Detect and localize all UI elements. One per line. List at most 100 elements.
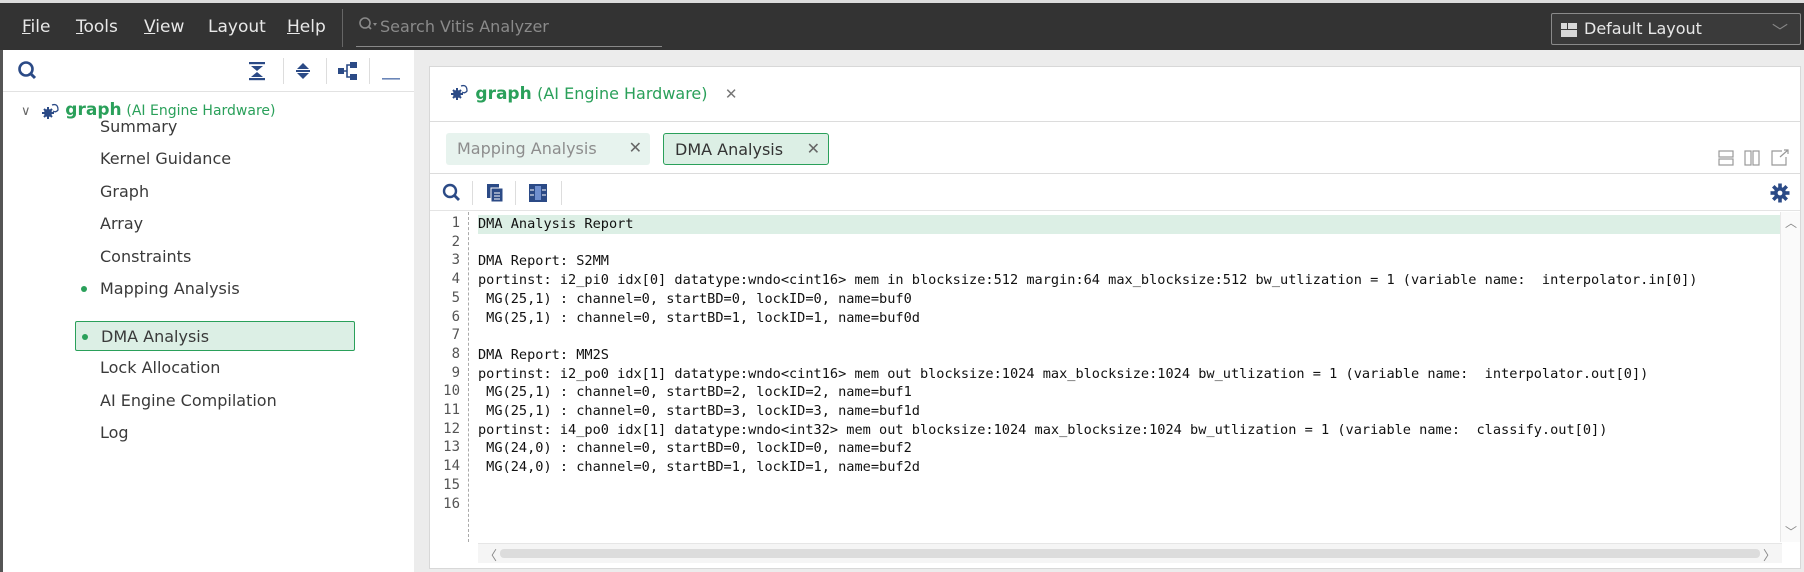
horizontal-scrollbar[interactable]: 〈 〉 bbox=[478, 543, 1782, 564]
menu-help[interactable]: Help bbox=[287, 17, 326, 37]
columns-icon[interactable] bbox=[528, 183, 548, 203]
sidebar-item-graph[interactable]: Graph bbox=[75, 177, 355, 207]
document-tab[interactable]: graph (AI Engine Hardware) ✕ bbox=[450, 83, 738, 104]
scroll-right-icon[interactable]: 〉 bbox=[1763, 545, 1776, 564]
code-line: 4 portinst: i2_pi0 idx[0] datatype:wndo<c… bbox=[430, 271, 1782, 290]
code-line-text: MG(25,1) : channel=0, startBD=2, lockID=… bbox=[478, 384, 912, 401]
menu-bar: File Tools View Layout Help Search Vitis… bbox=[0, 0, 1804, 50]
menu-help-mnemonic: H bbox=[287, 17, 300, 37]
scroll-up-icon[interactable]: ︿ bbox=[1785, 214, 1797, 231]
code-line: 16 bbox=[430, 496, 1782, 515]
menu-view[interactable]: View bbox=[144, 17, 184, 37]
tab-mapping-analysis[interactable]: Mapping Analysis ✕ bbox=[446, 133, 650, 165]
code-line: 3 DMA Report: S2MM bbox=[430, 252, 1782, 271]
toolbar-separator bbox=[283, 58, 284, 84]
chevron-down-icon[interactable]: ∨ bbox=[21, 104, 31, 119]
scroll-down-icon[interactable]: ﹀ bbox=[1785, 523, 1797, 540]
document-tab-row: graph (AI Engine Hardware) ✕ bbox=[430, 67, 1800, 122]
sidebar-item-label: Log bbox=[100, 423, 129, 442]
sidebar-item-label: Array bbox=[100, 214, 144, 233]
status-dot bbox=[82, 334, 88, 340]
code-line: 5 MG(25,1) : channel=0, startBD=0, lockI… bbox=[430, 290, 1782, 309]
pop-out-icon[interactable] bbox=[1771, 149, 1789, 166]
search-icon bbox=[358, 16, 378, 38]
line-number: 16 bbox=[443, 495, 460, 512]
menu-layout[interactable]: Layout bbox=[208, 17, 266, 37]
line-number: 1 bbox=[451, 215, 460, 231]
sidebar-item-array[interactable]: Array bbox=[75, 209, 355, 239]
code-line: 1 DMA Analysis Report bbox=[430, 215, 1782, 234]
close-icon[interactable]: ✕ bbox=[629, 138, 642, 157]
code-line-text: DMA Report: S2MM bbox=[478, 253, 609, 270]
settings-gear-icon[interactable] bbox=[1770, 183, 1790, 203]
layout-icon bbox=[1561, 22, 1577, 37]
code-line-text: portinst: i2_pi0 idx[0] datatype:wndo<ci… bbox=[478, 272, 1698, 289]
line-number: 4 bbox=[451, 271, 460, 288]
code-line: 2 bbox=[430, 234, 1782, 253]
code-line-text: MG(25,1) : channel=0, startBD=3, lockID=… bbox=[478, 403, 920, 419]
chevron-down-icon: ﹀ bbox=[1771, 22, 1788, 41]
line-number: 6 bbox=[451, 308, 460, 325]
line-number: 13 bbox=[443, 439, 460, 456]
minimize-icon[interactable] bbox=[381, 60, 403, 82]
menu-file-label: ile bbox=[30, 17, 51, 37]
report-text-editor[interactable]: 1 DMA Analysis Report 2 3 DMA Report: S2MM 4 p… bbox=[430, 212, 1782, 542]
menu-tools-mnemonic: T bbox=[76, 17, 84, 37]
line-number: 15 bbox=[443, 476, 460, 493]
code-line: 10 MG(25,1) : channel=0, startBD=2, lock… bbox=[430, 383, 1782, 402]
code-line: 9 portinst: i2_po0 idx[1] datatype:wndo<c… bbox=[430, 365, 1782, 384]
document-panel: graph (AI Engine Hardware) ✕ Mapping Ana… bbox=[429, 66, 1801, 569]
code-line: 14 MG(24,0) : channel=0, startBD=1, lock… bbox=[430, 458, 1782, 477]
code-line: 13 MG(24,0) : channel=0, startBD=0, lock… bbox=[430, 439, 1782, 458]
line-number: 14 bbox=[443, 458, 460, 475]
sidebar-item-mapping-analysis[interactable]: Mapping Analysis bbox=[75, 274, 355, 304]
tab-dma-analysis[interactable]: DMA Analysis ✕ bbox=[663, 133, 829, 165]
sidebar-item-ai-engine-compilation[interactable]: AI Engine Compilation bbox=[75, 386, 355, 416]
sidebar-item-summary[interactable]: Summary bbox=[75, 112, 355, 142]
menu-view-label: iew bbox=[155, 17, 185, 37]
expand-all-icon[interactable] bbox=[293, 60, 315, 82]
code-line: 7 bbox=[430, 327, 1782, 346]
line-number: 9 bbox=[451, 364, 460, 381]
menu-file-mnemonic: F bbox=[22, 17, 31, 37]
layout-dropdown[interactable]: Default Layout ﹀ bbox=[1551, 13, 1801, 45]
toolbar-separator bbox=[515, 181, 516, 205]
status-dot bbox=[81, 286, 87, 292]
collapse-all-icon[interactable] bbox=[247, 60, 269, 82]
toolbar-separator bbox=[561, 181, 562, 205]
search-icon[interactable] bbox=[17, 60, 39, 82]
horizontal-scroll-thumb[interactable] bbox=[500, 549, 1760, 558]
line-number: 11 bbox=[443, 402, 460, 418]
code-line-text: MG(25,1) : channel=0, startBD=1, lockID=… bbox=[478, 309, 920, 326]
report-tabs: Mapping Analysis ✕ DMA Analysis ✕ bbox=[430, 122, 1800, 174]
scroll-left-icon[interactable]: 〈 bbox=[484, 545, 497, 564]
sidebar-item-dma-analysis[interactable]: DMA Analysis bbox=[75, 321, 355, 351]
ai-engine-icon bbox=[451, 84, 468, 100]
toolbar-separator bbox=[326, 58, 327, 84]
search-box[interactable]: Search Vitis Analyzer bbox=[356, 13, 662, 47]
sidebar-item-kernel-guidance[interactable]: Kernel Guidance bbox=[75, 144, 355, 174]
line-number: 3 bbox=[451, 252, 460, 269]
search-input[interactable]: Search Vitis Analyzer bbox=[380, 17, 549, 36]
split-horizontal-icon[interactable] bbox=[1718, 150, 1734, 166]
document-title-type: (AI Engine Hardware) bbox=[537, 84, 708, 103]
vertical-scrollbar[interactable]: ︿ ﹀ bbox=[1780, 212, 1800, 542]
split-vertical-icon[interactable] bbox=[1744, 150, 1760, 166]
sidebar-item-lock-allocation[interactable]: Lock Allocation bbox=[75, 353, 355, 383]
close-icon[interactable]: ✕ bbox=[807, 139, 820, 158]
hierarchy-icon[interactable] bbox=[337, 60, 359, 82]
menu-file[interactable]: File bbox=[22, 17, 50, 37]
toolbar-separator bbox=[472, 181, 473, 205]
menu-tools[interactable]: Tools bbox=[76, 17, 118, 37]
find-icon[interactable] bbox=[442, 183, 462, 203]
sidebar-item-log[interactable]: Log bbox=[75, 418, 355, 448]
navigation-toolbar bbox=[3, 50, 414, 92]
close-icon[interactable]: ✕ bbox=[725, 85, 738, 103]
gutter-divider bbox=[468, 212, 469, 542]
layout-dropdown-value: Default Layout bbox=[1584, 19, 1702, 38]
copy-icon[interactable] bbox=[485, 183, 505, 203]
sidebar-item-constraints[interactable]: Constraints bbox=[75, 242, 355, 272]
menu-help-label: elp bbox=[299, 17, 326, 37]
